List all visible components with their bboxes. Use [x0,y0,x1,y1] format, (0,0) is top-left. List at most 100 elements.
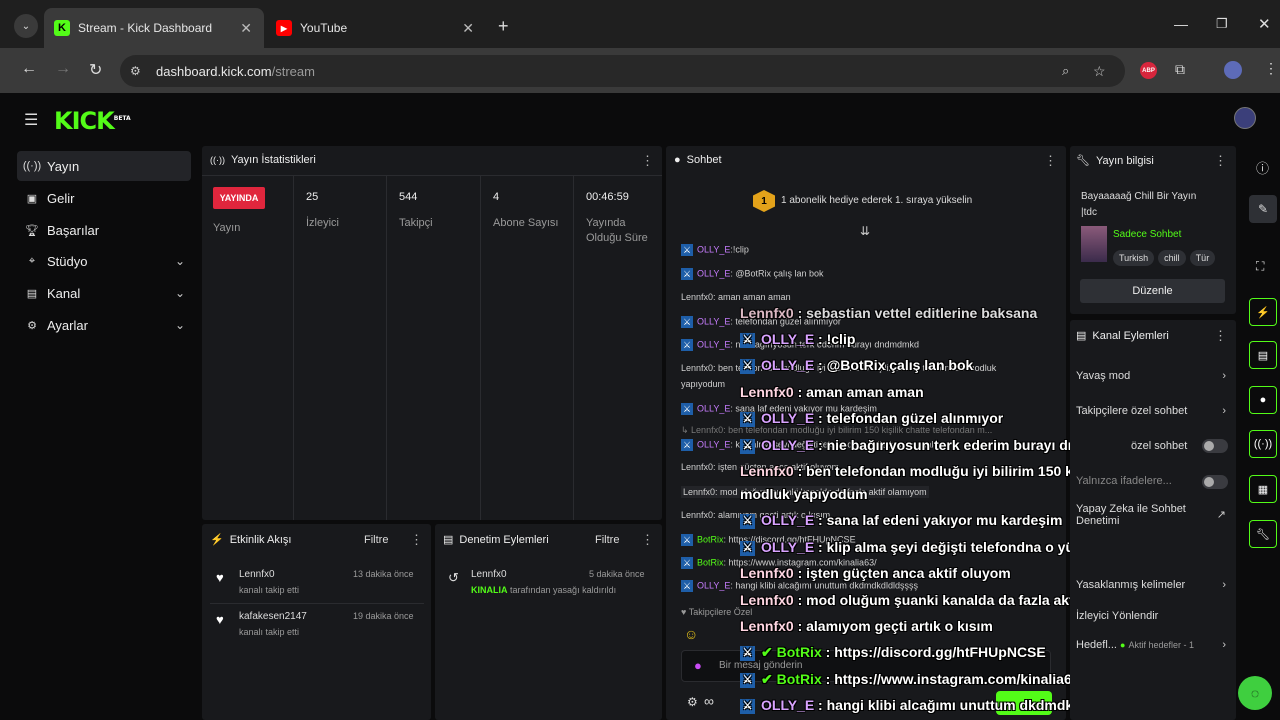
lightning-icon: ⚡ [210,534,224,546]
bookmark-star-icon[interactable]: ☆ [1093,63,1106,80]
infinity-icon[interactable]: ∞ [704,693,714,709]
wallet-icon: ▣ [26,192,38,205]
site-info-icon[interactable]: ⚙ [130,64,141,78]
help-chat-button[interactable]: ◌ [1238,676,1272,710]
extensions-puzzle-icon[interactable]: ⧉ [1175,61,1185,78]
category-name[interactable]: Sadece Sohbet [1113,229,1181,240]
tab-title: YouTube [300,21,348,35]
mod-badge-icon: ⚔ [681,557,693,569]
tag-pill[interactable]: Turkish [1113,250,1155,266]
close-tab-icon[interactable]: ✕ [462,20,474,37]
sidebar-item-yayin[interactable]: ((·)) Yayın [17,151,191,181]
divider [210,603,424,604]
sidebar-item-studyo[interactable]: ⌖ Stüdyo ⌄ [17,246,191,276]
tab-search-button[interactable]: ⌄ [14,14,38,38]
raid-row[interactable]: İzleyici Yönlendir [1076,610,1226,622]
subscribers-only-toggle[interactable] [1202,439,1228,453]
sidebar-item-kanal[interactable]: ▤ Kanal ⌄ [17,278,191,308]
tab-kick-dashboard[interactable]: K Stream - Kick Dashboard ✕ [44,8,264,48]
mod-badge-icon: ⚔ [740,332,755,348]
sidebar-item-label: Yayın [47,158,80,174]
emotes-only-toggle[interactable] [1202,475,1228,489]
expand-icon[interactable]: ⛶ [1256,259,1264,274]
channel-actions-menu-icon[interactable]: ⋮ [1214,328,1227,344]
followers-only-label: ♥ Takipçilere Özel [681,607,753,617]
reload-icon[interactable]: ↻ [89,60,102,80]
tab-youtube[interactable]: ▶ YouTube ✕ [266,8,486,48]
edit-stream-button[interactable]: Düzenle [1080,279,1225,303]
kick-logo[interactable]: KICKBETA [54,107,131,135]
browser-menu-icon[interactable]: ⋮ [1264,60,1278,77]
moderation-filter-button[interactable]: Filtre [595,534,619,546]
live-label: Yayın [213,222,241,234]
overlay-chat-message: ⚔ OLLY_E : telefondan güzel alınmıyor [740,410,1003,427]
gift-banner-text[interactable]: 1 abonelik hediye ederek 1. sıraya yükse… [781,195,972,206]
quick-action-wrench-icon[interactable]: 🔧︎ [1249,520,1277,548]
restore-button[interactable]: ❐ [1216,16,1228,32]
chat-message[interactable]: ⚔ OLLY_E: hangi klibi alcağımı unuttum dk… [681,580,918,592]
moderation-user[interactable]: Lennfx0 [471,569,507,580]
microphone-icon[interactable]: ● [694,658,702,673]
activity-filter-button[interactable]: Filtre [364,534,388,546]
minimize-button[interactable]: — [1174,16,1188,32]
chevron-down-icon: ⌄ [174,286,185,300]
chat-menu-icon[interactable]: ⋮ [1044,153,1057,169]
chat-message[interactable]: yapıyodum [681,379,725,389]
activity-user[interactable]: kafakesen2147 [239,611,307,622]
chat-message[interactable]: Lennfx0: aman aman aman [681,292,791,302]
stats-menu-icon[interactable]: ⋮ [641,153,654,169]
overlay-chat-message: ⚔ OLLY_E : sana laf edeni yakıyor mu kard… [740,512,1062,529]
ai-moderation-row[interactable]: Yapay Zeka ile Sohbet Denetimi ↗ [1076,503,1226,527]
sidebar-item-label: Gelir [47,190,75,206]
forward-icon[interactable]: → [55,60,71,78]
quick-action-layout-icon[interactable]: ▦ [1249,475,1277,503]
followers-only-row[interactable]: Takipçilere özel sohbet › [1076,405,1226,417]
sidebar-item-gelir[interactable]: ▣ Gelir [17,183,191,213]
activity-menu-icon[interactable]: ⋮ [410,532,423,548]
reply-icon: ↳ [681,425,692,435]
emote-icon[interactable]: ☺ [684,626,698,642]
back-icon[interactable]: ← [21,60,37,78]
zoom-icon[interactable]: ⌕ [1062,63,1069,79]
slow-mode-row[interactable]: Yavaş mod › [1076,370,1226,382]
tag-pill[interactable]: Tür [1189,250,1216,266]
profile-avatar[interactable] [1224,61,1242,79]
banned-words-row[interactable]: Yasaklanmış kelimeler › [1076,579,1226,591]
mod-badge-icon: ⚔ [740,645,755,661]
sidebar-item-ayarlar[interactable]: ⚙ Ayarlar ⌄ [17,310,191,340]
quick-action-chat-icon[interactable]: ● [1249,386,1277,414]
edit-pencil-icon[interactable]: ✎ [1249,195,1277,223]
mod-badge-icon: ⚔ [740,438,755,454]
close-window-button[interactable]: ✕ [1258,15,1271,33]
pinned-icon[interactable]: ⇊ [860,224,870,238]
mod-badge-icon: ⚔ [740,513,755,529]
moderator-name[interactable]: KINALIA [471,585,508,595]
hamburger-menu-icon[interactable]: ☰ [24,110,38,130]
activity-user[interactable]: Lennfx0 [239,569,275,580]
chat-message[interactable]: ⚔ OLLY_E:!clip [681,244,749,256]
info-icon[interactable]: ⓘ [1256,158,1269,177]
chat-settings-icon[interactable]: ⚙ [687,695,698,709]
subscribers-only-row[interactable]: özel sohbet [1131,440,1201,452]
address-bar[interactable]: ⚙ dashboard.kick.com/stream ⌕ ☆ [120,55,1125,87]
adblock-extension-icon[interactable]: ABP [1140,62,1157,79]
divider [480,176,481,520]
chat-message[interactable]: ⚔ OLLY_E: @BotRix çalış lan bok [681,268,824,280]
stream-info-menu-icon[interactable]: ⋮ [1214,153,1227,169]
sidebar-item-basarilar[interactable]: 🏆︎ Başarılar [17,215,191,245]
quick-action-broadcast-icon[interactable]: ((·)) [1249,430,1277,458]
sidebar-item-label: Kanal [47,285,81,301]
mod-badge-icon: ⚔ [681,534,693,546]
close-tab-icon[interactable]: ✕ [240,20,252,37]
overlay-chat-message: modluk yapıyodum [740,486,868,502]
quick-action-notes-icon[interactable]: ▤ [1249,341,1277,369]
stats-panel-title: ((·)) Yayın İstatistikleri [210,154,316,166]
divider [573,176,574,520]
subscriber-label: Abone Sayısı [493,217,559,229]
user-avatar[interactable] [1234,107,1256,129]
tag-pill[interactable]: chill [1158,250,1186,266]
quick-action-lightning-icon[interactable]: ⚡ [1249,298,1277,326]
new-tab-button[interactable]: + [498,16,509,37]
moderation-menu-icon[interactable]: ⋮ [641,532,654,548]
goals-row[interactable]: Hedefl... ● Aktif hedefler - 1 › [1076,639,1226,651]
